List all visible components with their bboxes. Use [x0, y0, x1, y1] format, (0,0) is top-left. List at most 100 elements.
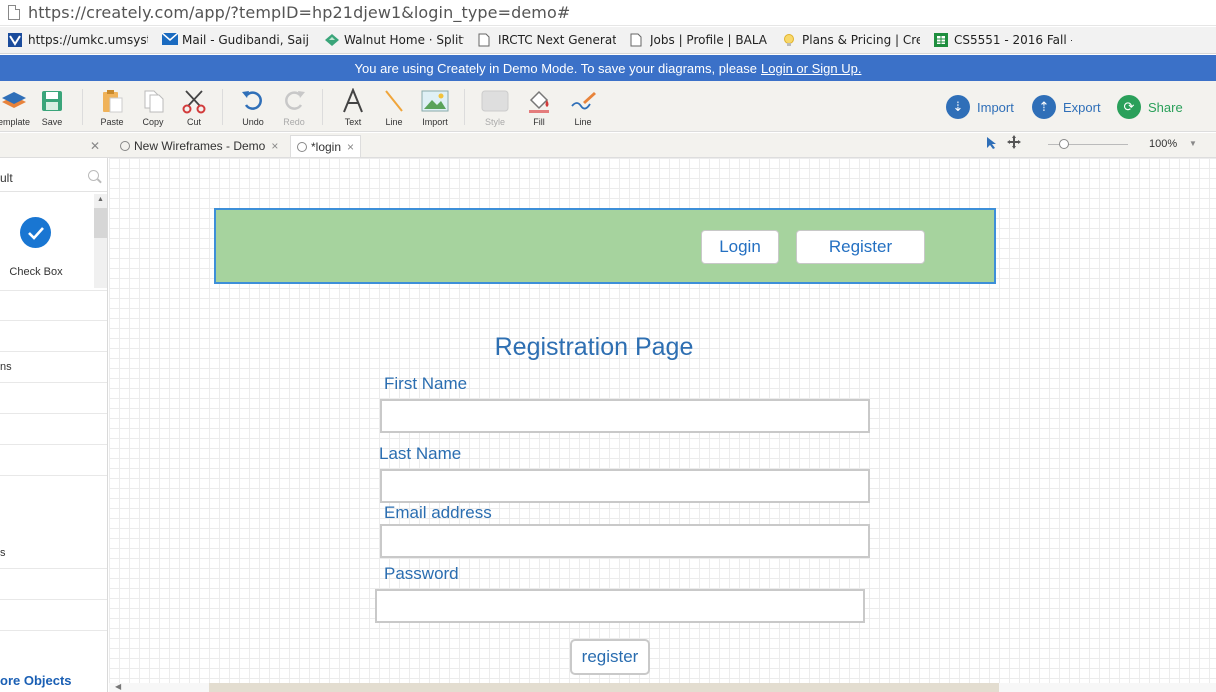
line-button[interactable]: Line: [374, 87, 414, 129]
library-category[interactable]: [0, 414, 107, 445]
bookmark-splitwise[interactable]: Walnut Home · Splitw: [324, 33, 464, 47]
diagram-canvas[interactable]: Login Register Registration Page First N…: [109, 158, 1216, 692]
chevron-down-icon[interactable]: ▼: [1189, 139, 1197, 148]
bookmark-jobs[interactable]: Jobs | Profile | BALAN: [630, 33, 768, 47]
close-icon[interactable]: ×: [271, 139, 278, 153]
scroll-left-icon[interactable]: ◀: [115, 682, 121, 691]
library-category[interactable]: [0, 569, 107, 600]
redo-icon: [280, 87, 308, 115]
share-action[interactable]: ⟳ Share: [1117, 95, 1183, 119]
search-icon[interactable]: [88, 170, 99, 181]
bookmarks-bar: https://umkc.umsyste Mail - Gudibandi, S…: [0, 27, 1216, 54]
bookmark-umkc[interactable]: https://umkc.umsyste: [8, 33, 148, 47]
toolbar-separator: [322, 89, 323, 125]
template-button[interactable]: emplate: [0, 87, 34, 129]
import-action[interactable]: ⇣ Import: [946, 95, 1014, 119]
pan-icon[interactable]: [1007, 135, 1021, 152]
tab-label: *login: [311, 139, 342, 154]
line-style-button[interactable]: Line: [563, 87, 603, 129]
undo-icon: [239, 87, 267, 115]
close-panel-icon[interactable]: ✕: [90, 139, 100, 153]
close-icon[interactable]: ×: [347, 140, 354, 154]
scroll-up-icon[interactable]: ▲: [97, 196, 104, 203]
library-category[interactable]: [0, 445, 107, 476]
page-icon: [630, 33, 644, 47]
template-icon: [0, 87, 28, 115]
sheets-icon: [934, 33, 948, 47]
wireframe-header-box[interactable]: Login Register: [214, 208, 996, 284]
password-field[interactable]: [375, 589, 865, 623]
email-field[interactable]: [380, 524, 870, 558]
zoom-level[interactable]: 100%: [1149, 138, 1177, 150]
login-button[interactable]: Login: [701, 230, 779, 264]
download-icon: ⇣: [946, 95, 970, 119]
bookmark-irctc[interactable]: IRCTC Next Generatio: [478, 33, 616, 47]
zoom-slider-handle[interactable]: [1059, 139, 1069, 149]
toolbar-separator: [82, 89, 83, 125]
scrollbar-thumb[interactable]: [209, 683, 999, 692]
shape-checkbox[interactable]: Check Box: [0, 194, 94, 288]
redo-button[interactable]: Redo: [274, 87, 314, 129]
library-category[interactable]: [0, 290, 107, 321]
banner-text: You are using Creately in Demo Mode. To …: [354, 60, 758, 76]
tab-status-icon: [120, 141, 130, 151]
more-objects-link[interactable]: ore Objects: [0, 673, 72, 688]
last-name-field[interactable]: [380, 469, 870, 503]
library-category[interactable]: ns: [0, 352, 107, 383]
library-category[interactable]: [0, 600, 107, 631]
address-bar[interactable]: https://creately.com/app/?tempID=hp21dje…: [0, 0, 1216, 26]
checkbox-shape-icon: [20, 217, 51, 248]
email-label: Email address: [384, 503, 492, 522]
toolbar-separator: [222, 89, 223, 125]
bulb-icon: [782, 33, 796, 47]
bookmark-cs5551[interactable]: CS5551 - 2016 Fall - G: [934, 33, 1072, 47]
page-title: Registration Page: [494, 333, 694, 361]
image-import-button[interactable]: Import: [415, 87, 455, 129]
register-header-button[interactable]: Register: [796, 230, 925, 264]
library-search[interactable]: ult: [0, 162, 107, 192]
export-action[interactable]: ⇡ Export: [1032, 95, 1101, 119]
text-icon: [339, 87, 367, 115]
mail-icon: [161, 32, 179, 47]
library-category[interactable]: s: [0, 538, 107, 569]
first-name-field[interactable]: [380, 399, 870, 433]
login-signup-link[interactable]: Login or Sign Up.: [761, 61, 861, 76]
canvas-horizontal-scrollbar[interactable]: ◀: [109, 682, 1216, 692]
library-category[interactable]: [0, 321, 107, 352]
image-import-icon: [421, 87, 449, 115]
select-pointer-icon[interactable]: [986, 136, 998, 153]
cut-icon: [180, 87, 208, 115]
library-search-text[interactable]: ult: [0, 171, 13, 185]
import-label: Import: [977, 99, 1014, 115]
url-text[interactable]: https://creately.com/app/?tempID=hp21dje…: [28, 3, 570, 22]
tab-login[interactable]: *login ×: [290, 135, 362, 157]
copy-button[interactable]: Copy: [133, 87, 173, 129]
document-tab-bar: ✕ New Wireframes - Demo × *login × 100% …: [0, 133, 1216, 158]
tab-new-wireframes[interactable]: New Wireframes - Demo ×: [114, 135, 284, 157]
shape-label: Check Box: [9, 266, 63, 278]
undo-button[interactable]: Undo: [233, 87, 273, 129]
cut-button[interactable]: Cut: [174, 87, 214, 129]
style-button[interactable]: Style: [475, 87, 515, 129]
library-scrollbar[interactable]: ▲: [94, 194, 107, 288]
page-icon: [478, 33, 492, 47]
fill-button[interactable]: Fill: [519, 87, 559, 129]
page-icon: [8, 5, 20, 20]
library-category[interactable]: [0, 383, 107, 414]
main-toolbar: emplate Save Paste Copy Cut Undo Redo Te…: [0, 81, 1216, 132]
fill-icon: [525, 87, 553, 115]
line-style-icon: [569, 87, 597, 115]
style-icon: [481, 87, 509, 115]
register-submit-button[interactable]: register: [570, 639, 650, 675]
paste-button[interactable]: Paste: [92, 87, 132, 129]
text-button[interactable]: Text: [333, 87, 373, 129]
copy-icon: [139, 87, 167, 115]
paste-icon: [98, 87, 126, 115]
bookmark-mail[interactable]: Mail - Gudibandi, Saij: [161, 32, 310, 47]
save-button[interactable]: Save: [32, 87, 72, 129]
share-label: Share: [1148, 99, 1183, 115]
bookmark-creately-pricing[interactable]: Plans & Pricing | Crea: [782, 33, 920, 47]
line-icon: [380, 87, 408, 115]
demo-mode-banner: You are using Creately in Demo Mode. To …: [0, 55, 1216, 81]
scrollbar-thumb[interactable]: [94, 208, 107, 238]
